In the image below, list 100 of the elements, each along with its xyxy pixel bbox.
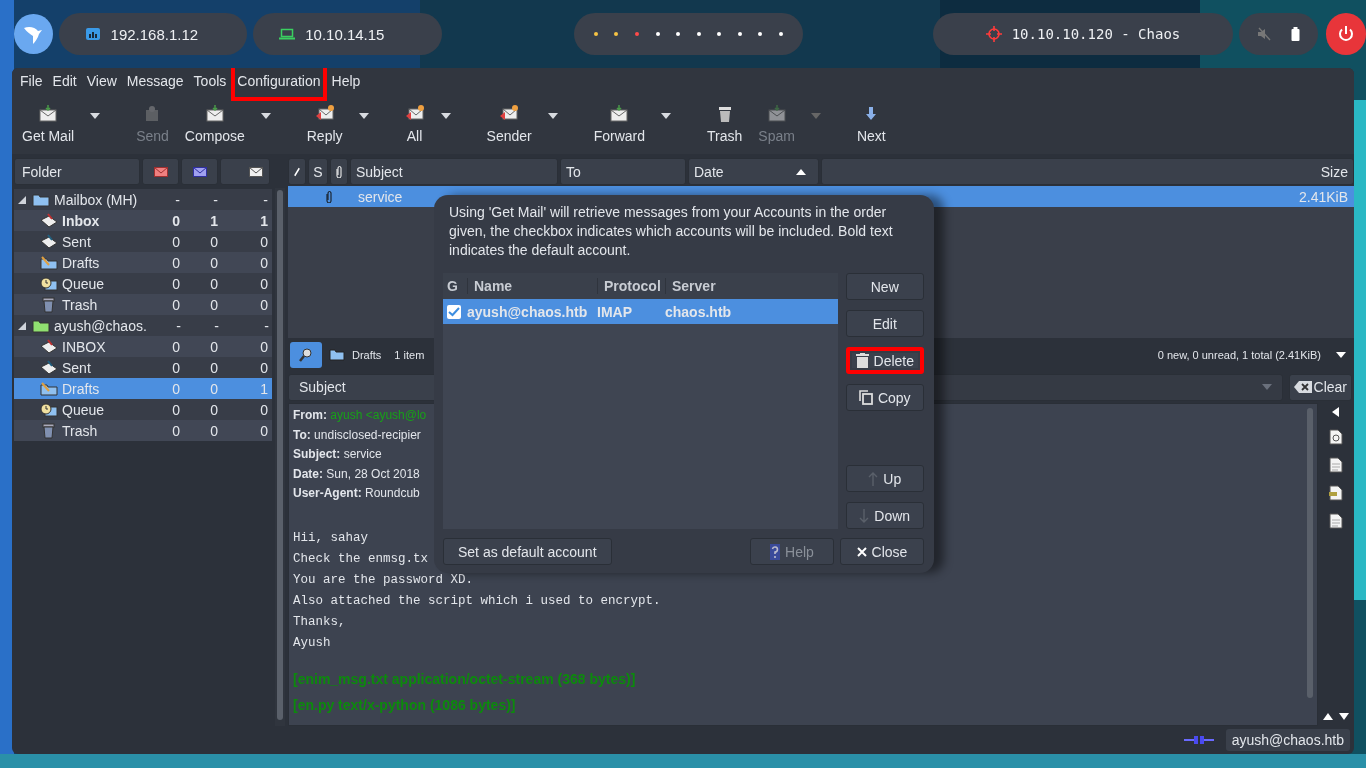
menu-item[interactable]: File [15,70,48,92]
column-header[interactable]: Subject [350,158,558,185]
folder-row[interactable]: Sent 0 0 0 [14,231,272,252]
toolbar-button[interactable]: Compose [176,102,253,146]
dialog-button[interactable]: Down [845,502,924,529]
menu-item[interactable]: Help [326,70,366,92]
menu-item[interactable]: View [81,70,122,92]
column-header[interactable] [142,158,179,185]
folder-row[interactable]: ayush@chaos. - - - [14,315,272,336]
toolbar-button[interactable]: Forward [585,102,654,146]
caret-icon[interactable] [358,113,369,119]
expander-icon[interactable] [18,195,26,204]
column-header[interactable]: G [443,278,467,294]
folder-row[interactable]: Trash 0 0 0 [14,294,272,315]
envelope-icon [609,104,630,124]
document-icon[interactable] [1329,513,1343,529]
caret-icon[interactable] [260,113,271,119]
collapse-arrow-icon[interactable] [1332,407,1340,417]
account-label: ayush@chaos.htb [1225,729,1350,751]
network-icon [84,27,101,41]
document-icon[interactable] [1329,457,1343,473]
toolbar-button[interactable]: Get Mail [14,102,83,146]
set-default-button[interactable]: Set as default account [443,538,612,565]
column-header[interactable] [220,158,270,185]
folder-row[interactable]: Trash 0 0 0 [14,420,272,441]
column-header[interactable] [330,158,348,185]
envelope-icon [40,338,58,355]
envelope-icon [40,212,58,229]
caret-icon[interactable] [90,113,101,119]
column-header[interactable]: S [308,158,328,185]
column-header[interactable]: To [560,158,686,185]
selection-count: 1 item [394,349,425,361]
dialog-button[interactable]: New [845,273,924,300]
header-line: User-Agent: Roundcub [293,485,420,502]
column-header[interactable] [181,158,218,185]
workspace-dot[interactable] [778,32,783,36]
dialog-button[interactable]: Up [845,465,924,492]
header-line: To: undisclosed-recipier [293,426,421,444]
trash-icon [855,353,869,368]
checkbox[interactable] [447,304,461,319]
dialog-button[interactable]: Edit [845,310,924,337]
caret-icon[interactable] [661,113,672,119]
document-icon[interactable] [1329,429,1343,445]
header-line: From: ayush <ayush@lo [293,407,427,424]
toolbar-button[interactable]: Sender [478,102,540,146]
dialog-button[interactable]: Close [840,538,924,565]
folder-row[interactable]: Inbox 0 1 1 [14,210,272,231]
toolbar-button[interactable]: Next [848,102,894,146]
workspace-dot[interactable] [655,32,660,36]
folder-row[interactable]: Mailbox (MH) - - - [14,189,272,210]
workspace-dot[interactable] [737,32,742,36]
column-header[interactable]: Folder [14,158,140,185]
folder-row[interactable]: INBOX 0 0 0 [14,336,272,357]
scroll-arrows-icon[interactable] [1323,712,1349,720]
dialog-button[interactable]: Copy [845,384,924,411]
message-text: You are the password XD. [293,571,474,589]
column-header[interactable]: Date [688,158,819,185]
menu-item[interactable]: Edit [47,70,82,92]
column-header[interactable]: Protocol [597,278,665,294]
close-icon [856,546,867,557]
workspace-dot[interactable] [676,32,681,36]
clear-button[interactable]: Clear [1288,373,1352,401]
workspace-dot[interactable] [634,32,639,36]
ip-address: 192.168.1.12 [110,25,199,43]
folder-icon [40,381,58,396]
menu-item[interactable]: Message [121,70,189,92]
expander-icon[interactable] [18,321,26,330]
workspace-dot[interactable] [696,32,701,36]
search-button[interactable] [290,342,322,368]
column-header[interactable] [288,158,306,185]
workspace-dot[interactable] [593,32,598,36]
caret-icon[interactable] [1336,352,1346,358]
folder-row[interactable]: Queue 0 0 0 [14,399,272,420]
scrollbar[interactable] [1307,408,1313,698]
caret-icon[interactable] [440,113,451,119]
folder-label: Drafts [352,349,382,361]
folder-icon [32,318,50,333]
document-icon[interactable] [1329,485,1343,501]
folder-row[interactable]: Queue 0 0 0 [14,273,272,294]
toolbar-button[interactable]: Reply [298,102,351,146]
battery-icon[interactable] [1290,27,1300,41]
toolbar-button[interactable]: All [396,102,433,146]
column-header[interactable]: Name [467,278,597,294]
workspace-dot[interactable] [717,32,722,36]
column-header[interactable]: Size [821,158,1354,185]
envelope-icon [38,104,59,124]
caret-icon[interactable] [547,113,558,119]
scrollbar[interactable] [275,188,285,726]
workspace-dot[interactable] [614,32,619,36]
folder-row[interactable]: Sent 0 0 0 [14,357,272,378]
trash-icon [40,296,58,313]
column-header[interactable]: Server [665,278,838,294]
workspace-dot[interactable] [758,32,763,36]
dialog-button[interactable]: Delete [845,347,924,374]
ip-address: 10.10.14.15 [305,25,385,43]
laptop-icon [279,28,296,40]
message-text: Hii, sahay [293,529,368,547]
folder-row[interactable]: Drafts 0 0 0 [14,252,272,273]
menu-item[interactable]: Tools [188,70,232,92]
toolbar-button[interactable]: Trash [699,102,751,146]
